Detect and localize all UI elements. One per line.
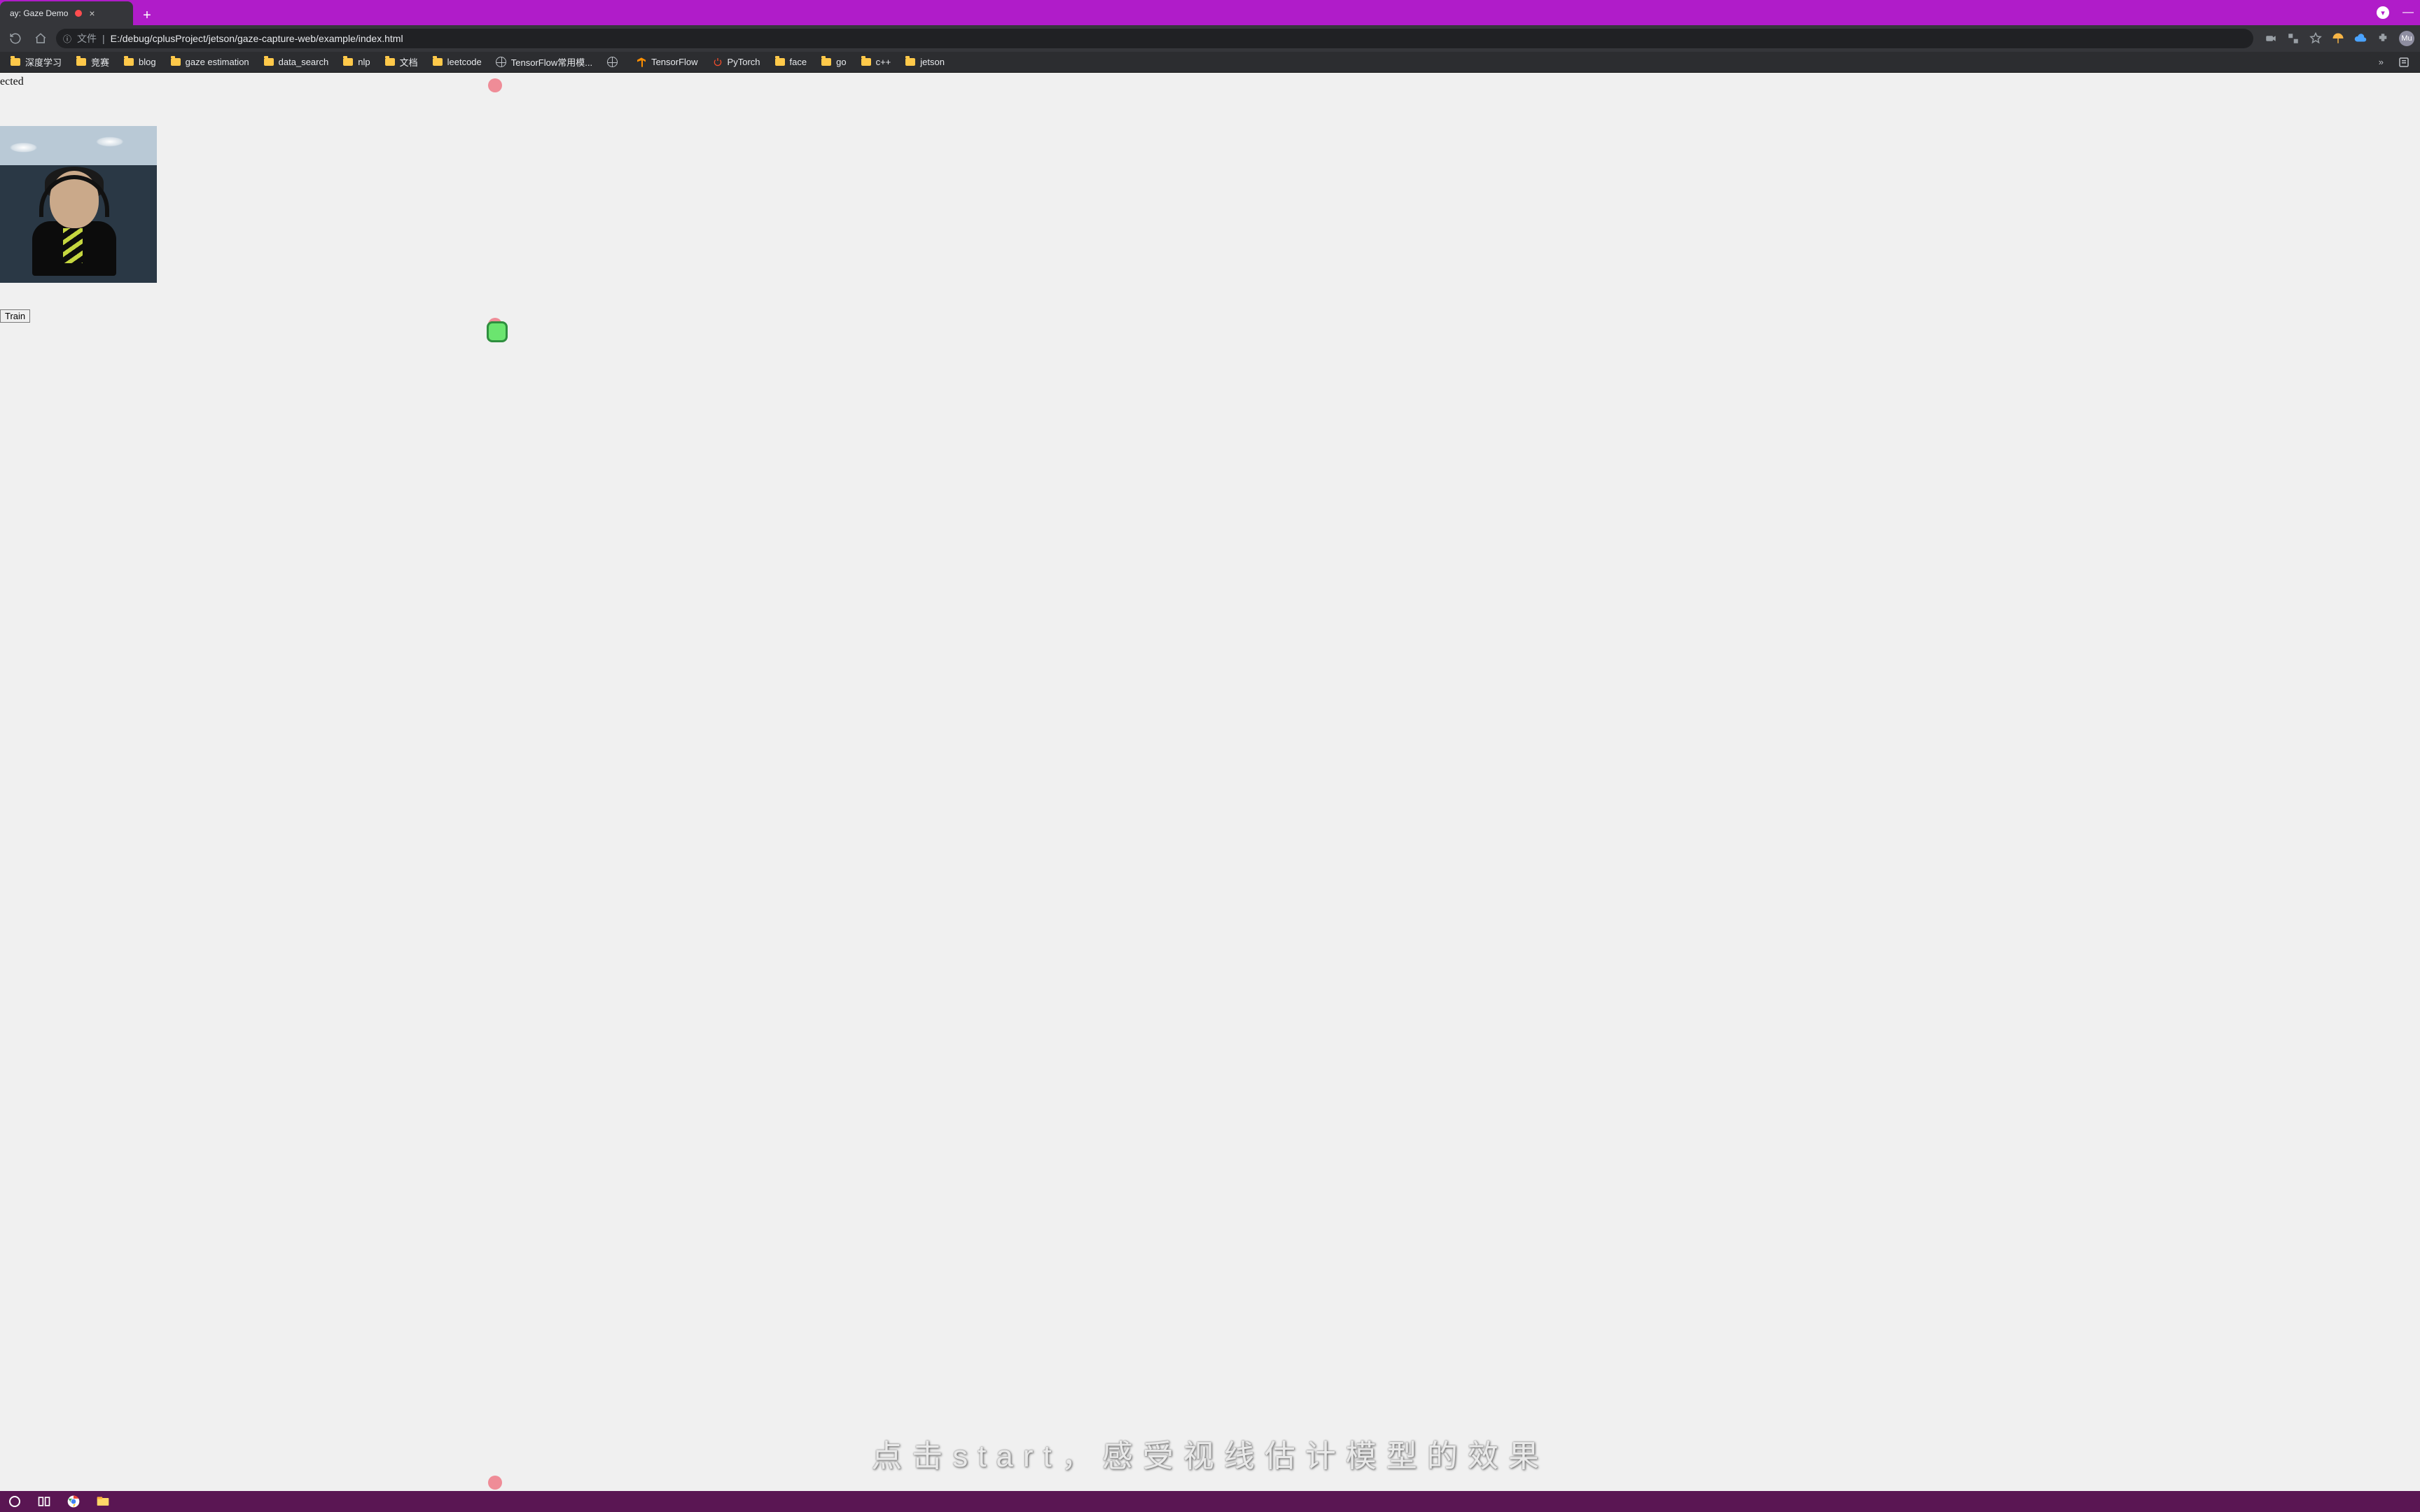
bookmark-label: go bbox=[836, 57, 846, 67]
gaze-target-dot bbox=[488, 1476, 502, 1490]
folder-icon bbox=[774, 57, 786, 68]
bookmark-label: face bbox=[790, 57, 807, 67]
home-button[interactable] bbox=[31, 29, 50, 48]
extension-cloud-icon[interactable] bbox=[2354, 32, 2367, 45]
close-tab-icon[interactable]: × bbox=[89, 8, 95, 18]
bookmark-item[interactable]: nlp bbox=[337, 54, 375, 71]
profile-avatar[interactable]: Mu bbox=[2399, 31, 2414, 46]
bookmark-item[interactable]: c++ bbox=[855, 54, 897, 71]
new-tab-button[interactable]: + bbox=[137, 6, 157, 25]
extensions-icon[interactable] bbox=[2377, 32, 2389, 45]
folder-icon bbox=[432, 57, 443, 68]
status-text: ected bbox=[0, 76, 24, 88]
cortana-icon[interactable] bbox=[7, 1494, 22, 1509]
bookmark-label: PyTorch bbox=[728, 57, 760, 67]
bookmark-item[interactable]: face bbox=[769, 54, 813, 71]
bookmark-label: nlp bbox=[358, 57, 370, 67]
folder-icon bbox=[342, 57, 354, 68]
globe-icon bbox=[496, 57, 507, 68]
bookmark-item[interactable]: blog bbox=[118, 54, 162, 71]
profile-bubble-icon[interactable]: ▾ bbox=[2377, 6, 2389, 19]
reload-button[interactable] bbox=[6, 29, 25, 48]
bookmark-item[interactable]: 文档 bbox=[379, 52, 424, 71]
folder-icon bbox=[821, 57, 832, 68]
taskbar bbox=[0, 1491, 2420, 1512]
folder-icon bbox=[384, 57, 396, 68]
bookmark-item[interactable]: data_search bbox=[258, 54, 335, 71]
bookmark-star-icon[interactable] bbox=[2309, 32, 2322, 45]
minimize-button[interactable]: ― bbox=[2403, 8, 2413, 18]
folder-icon bbox=[861, 57, 872, 68]
reading-list-button[interactable] bbox=[2392, 53, 2416, 71]
bookmark-item[interactable]: 深度学习 bbox=[4, 52, 67, 71]
extension-umbrella-icon[interactable] bbox=[2332, 32, 2344, 45]
bookmark-item[interactable]: 竞赛 bbox=[70, 52, 115, 71]
bookmarks-bar: 深度学习 竞赛 blog gaze estimation data_search nlp 文… bbox=[0, 52, 2420, 73]
bookmarks-overflow-button[interactable]: » bbox=[2373, 57, 2389, 67]
folder-icon bbox=[76, 57, 87, 68]
bookmark-label: blog bbox=[139, 57, 156, 67]
url-scheme-label: 文件 bbox=[77, 31, 97, 46]
recording-icon bbox=[75, 10, 82, 17]
train-button[interactable]: Train bbox=[0, 309, 30, 323]
file-explorer-icon[interactable] bbox=[95, 1494, 111, 1509]
bookmark-label: 竞赛 bbox=[91, 55, 109, 69]
tensorflow-icon bbox=[636, 57, 647, 68]
bookmark-label: 深度学习 bbox=[25, 55, 62, 69]
camera-icon[interactable] bbox=[2265, 32, 2277, 45]
bookmark-label: TensorFlow常用模... bbox=[511, 55, 592, 69]
gaze-cursor-marker bbox=[487, 321, 508, 342]
address-bar: ⓘ 文件 | E:/debug/cplusProject/jetson/gaze… bbox=[0, 25, 2420, 52]
bookmark-label: gaze estimation bbox=[186, 57, 249, 67]
bookmark-item[interactable]: go bbox=[815, 54, 851, 71]
bookmark-label: TensorFlow bbox=[651, 57, 697, 67]
page-content: ected Train 点击start，感受视线估计模型的效果 bbox=[0, 73, 2420, 1491]
site-info-icon[interactable]: ⓘ bbox=[63, 33, 71, 45]
bookmark-label: data_search bbox=[279, 57, 329, 67]
tab-title: ay: Gaze Demo bbox=[10, 8, 68, 18]
webcam-preview bbox=[0, 126, 157, 283]
url-text: E:/debug/cplusProject/jetson/gaze-captur… bbox=[111, 33, 2246, 44]
translate-icon[interactable] bbox=[2287, 32, 2300, 45]
url-separator: | bbox=[102, 33, 105, 44]
chrome-icon[interactable] bbox=[66, 1494, 81, 1509]
bookmark-label: leetcode bbox=[447, 57, 482, 67]
omnibox[interactable]: ⓘ 文件 | E:/debug/cplusProject/jetson/gaze… bbox=[56, 29, 2253, 48]
pytorch-icon bbox=[712, 57, 723, 68]
bookmark-item[interactable] bbox=[601, 54, 627, 71]
folder-icon bbox=[263, 57, 274, 68]
subtitle-overlay: 点击start，感受视线估计模型的效果 bbox=[871, 1431, 1549, 1476]
bookmark-item[interactable]: PyTorch bbox=[707, 54, 766, 71]
tab-strip: ay: Gaze Demo × + ▾ ― bbox=[0, 0, 2420, 25]
folder-icon bbox=[905, 57, 916, 68]
bookmark-item[interactable]: leetcode bbox=[426, 54, 487, 71]
bookmark-item[interactable]: TensorFlow bbox=[630, 54, 703, 71]
gaze-target-dot bbox=[488, 78, 502, 92]
bookmark-item[interactable]: jetson bbox=[899, 54, 950, 71]
bookmark-item[interactable]: gaze estimation bbox=[165, 54, 255, 71]
task-view-icon[interactable] bbox=[36, 1494, 52, 1509]
folder-icon bbox=[10, 57, 21, 68]
globe-icon bbox=[606, 57, 618, 68]
folder-icon bbox=[170, 57, 181, 68]
bookmark-label: 文档 bbox=[400, 55, 418, 69]
bookmark-item[interactable]: TensorFlow常用模... bbox=[490, 52, 598, 71]
folder-icon bbox=[123, 57, 134, 68]
bookmark-label: c++ bbox=[876, 57, 891, 67]
browser-tab[interactable]: ay: Gaze Demo × bbox=[0, 1, 133, 25]
bookmark-label: jetson bbox=[920, 57, 945, 67]
